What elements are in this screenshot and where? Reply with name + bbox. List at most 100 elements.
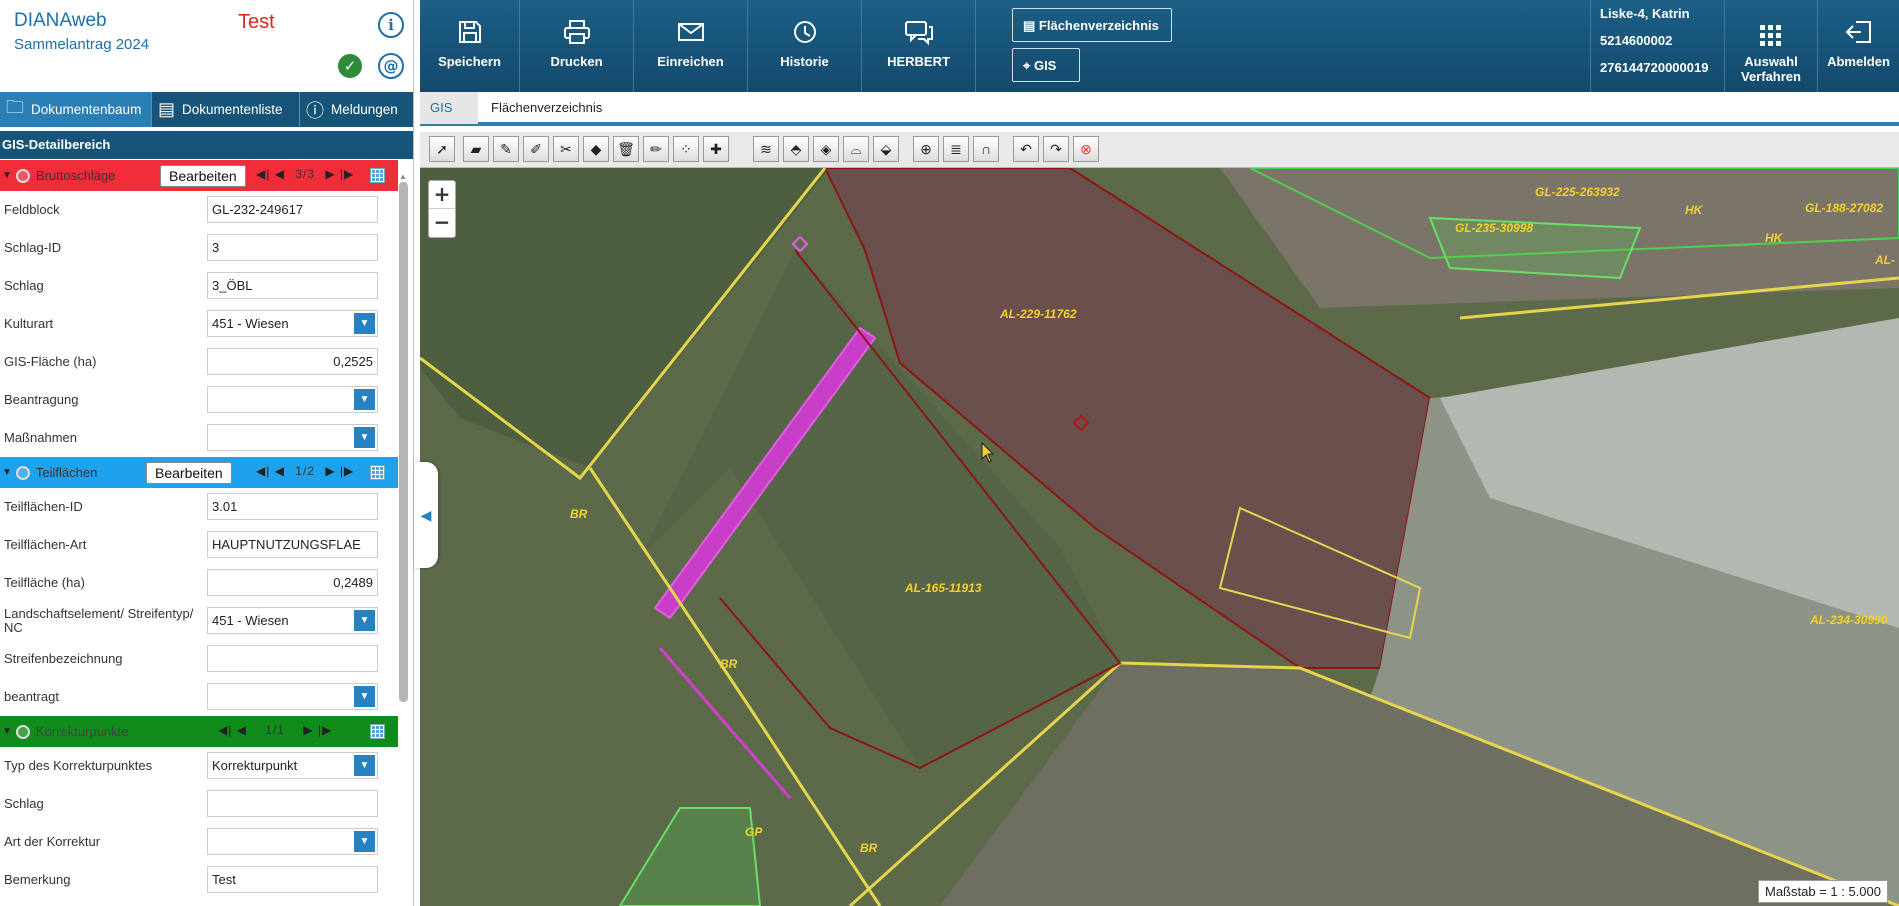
first-record-icon[interactable]: ◀| bbox=[256, 464, 270, 478]
magnifier-icon[interactable] bbox=[15, 168, 30, 183]
magnifier-icon[interactable] bbox=[15, 724, 30, 739]
last-record-icon[interactable]: |▶ bbox=[318, 723, 332, 737]
table-view-icon[interactable] bbox=[370, 465, 385, 480]
chevron-down-icon[interactable]: ▼ bbox=[354, 755, 375, 776]
cancel-icon[interactable]: ⊗ bbox=[1073, 136, 1099, 162]
massnahmen-select[interactable]: ▼ bbox=[207, 424, 378, 451]
chevron-down-icon[interactable]: ▼ bbox=[354, 610, 375, 631]
herbert-button[interactable]: HERBERT bbox=[862, 0, 976, 92]
layer-split-icon[interactable]: ⬘ bbox=[783, 136, 809, 162]
logout-button[interactable]: Abmelden bbox=[1818, 0, 1899, 92]
vertices-icon[interactable]: ⁘ bbox=[673, 136, 699, 162]
add-point-icon[interactable]: ✚ bbox=[703, 136, 729, 162]
streifenbezeichnung-field[interactable] bbox=[207, 645, 378, 672]
chevron-down-icon[interactable]: ▼ bbox=[354, 313, 375, 334]
collapse-triangle-icon[interactable]: ▼ bbox=[2, 170, 12, 181]
field-label: Typ des Korrekturpunktes bbox=[4, 758, 153, 773]
tab-flaechenverzeichnis[interactable]: Flächenverzeichnis bbox=[491, 92, 602, 124]
magnifier-icon[interactable] bbox=[15, 465, 30, 480]
flaechenverzeichnis-button[interactable]: ▤ Flächenverzeichnis bbox=[1012, 8, 1172, 42]
collapse-triangle-icon[interactable]: ▼ bbox=[2, 726, 12, 737]
collapse-triangle-icon[interactable]: ▼ bbox=[2, 467, 12, 478]
cut-icon[interactable]: ✂ bbox=[553, 136, 579, 162]
teilflaechen-id-field[interactable]: 3.01 bbox=[207, 493, 378, 520]
tab-meldungen[interactable]: ⓘ Meldungen bbox=[300, 92, 413, 127]
draw-polygon-icon[interactable]: ▰ bbox=[463, 136, 489, 162]
scroll-up-icon[interactable]: ▲ bbox=[399, 172, 407, 181]
print-button[interactable]: Drucken bbox=[520, 0, 634, 92]
beantragt-select[interactable]: ▼ bbox=[207, 683, 378, 710]
section-bruttoschlaege-header[interactable]: ▼ Bruttoschläge Bearbeiten ◀| ◀ 3/3 ▶ |▶ bbox=[0, 160, 398, 191]
table-view-icon[interactable] bbox=[370, 168, 385, 183]
next-record-icon[interactable]: ▶ bbox=[325, 167, 335, 181]
info-icon[interactable]: i bbox=[378, 12, 404, 38]
tab-dokumentenliste[interactable]: ▤ Dokumentenliste bbox=[152, 92, 300, 127]
map-canvas[interactable]: AL-229-11762 AL-165-11913 AL-234-30990 G… bbox=[420, 168, 1899, 906]
teilflaeche-field[interactable]: 0,2489 bbox=[207, 569, 378, 596]
chevron-down-icon[interactable]: ▼ bbox=[354, 686, 375, 707]
tab-gis[interactable]: GIS bbox=[420, 92, 478, 124]
select-cursor-icon[interactable]: ➚ bbox=[429, 136, 455, 162]
art-der-korrektur-select[interactable]: ▼ bbox=[207, 828, 378, 855]
landschaftselement-select[interactable]: 451 - Wiesen ▼ bbox=[207, 607, 378, 634]
kulturart-select[interactable]: 451 - Wiesen ▼ bbox=[207, 310, 378, 337]
korr-schlag-field[interactable] bbox=[207, 790, 378, 817]
prev-record-icon[interactable]: ◀ bbox=[275, 167, 285, 181]
tab-dokumentenbaum[interactable]: 🗀 Dokumentenbaum bbox=[0, 92, 152, 127]
first-record-icon[interactable]: ◀| bbox=[218, 723, 232, 737]
bemerkung-field[interactable]: Test bbox=[207, 866, 378, 893]
first-record-icon[interactable]: ◀| bbox=[256, 167, 270, 181]
field-row: Schlag-ID 3 bbox=[0, 229, 398, 267]
list-icon[interactable]: ≣ bbox=[943, 136, 969, 162]
edit-vertex-icon[interactable]: ✐ bbox=[523, 136, 549, 162]
next-record-icon[interactable]: ▶ bbox=[303, 723, 313, 737]
schlag-field[interactable]: 3_ÖBL bbox=[207, 272, 378, 299]
collapse-panel-button[interactable]: ◀ bbox=[414, 462, 438, 568]
prev-record-icon[interactable]: ◀ bbox=[237, 723, 247, 737]
panel-scrollbar[interactable]: ▲ bbox=[398, 172, 410, 906]
section-teilflaechen-header[interactable]: ▼ Teilflächen Bearbeiten ◀| ◀ 1/2 ▶ |▶ bbox=[0, 457, 398, 488]
feldblock-field[interactable]: GL-232-249617 bbox=[207, 196, 378, 223]
gis-flaeche-field[interactable]: 0,2525 bbox=[207, 348, 378, 375]
chevron-down-icon[interactable]: ▼ bbox=[354, 831, 375, 852]
gis-map[interactable]: AL-229-11762 AL-165-11913 AL-234-30990 G… bbox=[420, 168, 1899, 906]
button-label: Historie bbox=[780, 54, 829, 69]
at-icon[interactable]: @ bbox=[378, 53, 404, 79]
measure-icon[interactable]: ⊕ bbox=[913, 136, 939, 162]
gis-button[interactable]: ⌖ GIS bbox=[1012, 48, 1080, 82]
area-icon[interactable]: ⬙ bbox=[873, 136, 899, 162]
auswahl-verfahren-button[interactable]: Auswahl Verfahren bbox=[1724, 0, 1818, 92]
map-label: AL-234-30990 bbox=[1809, 613, 1888, 627]
layer-edit-icon[interactable]: ≋ bbox=[753, 136, 779, 162]
submit-button[interactable]: Einreichen bbox=[634, 0, 748, 92]
next-record-icon[interactable]: ▶ bbox=[325, 464, 335, 478]
table-view-icon[interactable] bbox=[370, 724, 385, 739]
undo-icon[interactable]: ↶ bbox=[1013, 136, 1039, 162]
snap-magnet-icon[interactable]: ∩ bbox=[973, 136, 999, 162]
pen-icon[interactable]: ✏ bbox=[643, 136, 669, 162]
schlag-id-field[interactable]: 3 bbox=[207, 234, 378, 261]
buffer-icon[interactable]: ⌓ bbox=[843, 136, 869, 162]
scrollbar-thumb[interactable] bbox=[399, 182, 408, 702]
zoom-in-button[interactable]: + bbox=[429, 181, 455, 209]
save-button[interactable]: Speichern bbox=[420, 0, 520, 92]
edit-polygon-icon[interactable]: ✎ bbox=[493, 136, 519, 162]
edit-button[interactable]: Bearbeiten bbox=[146, 462, 232, 484]
zoom-out-button[interactable]: − bbox=[429, 209, 455, 237]
section-korrekturpunkte-header[interactable]: ▼ Korrekturpunkte ◀| ◀ 1/1 ▶ |▶ bbox=[0, 716, 398, 747]
layer-stack-icon[interactable]: ◈ bbox=[813, 136, 839, 162]
last-record-icon[interactable]: |▶ bbox=[340, 464, 354, 478]
last-record-icon[interactable]: |▶ bbox=[340, 167, 354, 181]
korrekturpunkt-typ-select[interactable]: Korrekturpunkt ▼ bbox=[207, 752, 378, 779]
history-button[interactable]: Historie bbox=[748, 0, 862, 92]
prev-record-icon[interactable]: ◀ bbox=[275, 464, 285, 478]
chevron-down-icon[interactable]: ▼ bbox=[354, 389, 375, 410]
delete-icon[interactable]: 🗑 bbox=[613, 136, 639, 162]
merge-icon[interactable]: ◆ bbox=[583, 136, 609, 162]
chevron-down-icon[interactable]: ▼ bbox=[354, 427, 375, 448]
check-icon[interactable]: ✓ bbox=[338, 54, 362, 78]
redo-icon[interactable]: ↷ bbox=[1043, 136, 1069, 162]
edit-button[interactable]: Bearbeiten bbox=[160, 165, 246, 187]
teilflaechen-art-field[interactable]: HAUPTNUTZUNGSFLAE bbox=[207, 531, 378, 558]
beantragung-select[interactable]: ▼ bbox=[207, 386, 378, 413]
